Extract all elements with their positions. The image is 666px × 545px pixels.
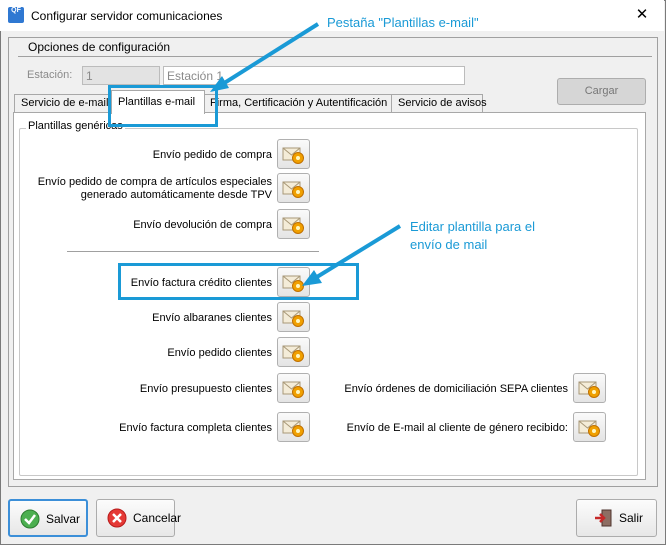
- tab-plantillas-email[interactable]: Plantillas e-mail: [111, 90, 205, 114]
- edit-annotation-arrow: [302, 224, 402, 286]
- cancel-button-label: Cancelar: [133, 511, 182, 525]
- checkmark-icon: [20, 509, 40, 529]
- exit-button[interactable]: Salir: [576, 499, 657, 537]
- annotation-arrows: [210, 22, 402, 286]
- save-button-label: Salvar: [46, 512, 81, 526]
- cancel-button[interactable]: Cancelar: [96, 499, 181, 537]
- exit-door-icon: [595, 509, 612, 527]
- cancel-icon: [107, 508, 127, 528]
- exit-button-label: Salir: [619, 511, 644, 525]
- tab-annotation-arrow: [210, 22, 320, 92]
- save-button[interactable]: Salvar: [8, 499, 88, 537]
